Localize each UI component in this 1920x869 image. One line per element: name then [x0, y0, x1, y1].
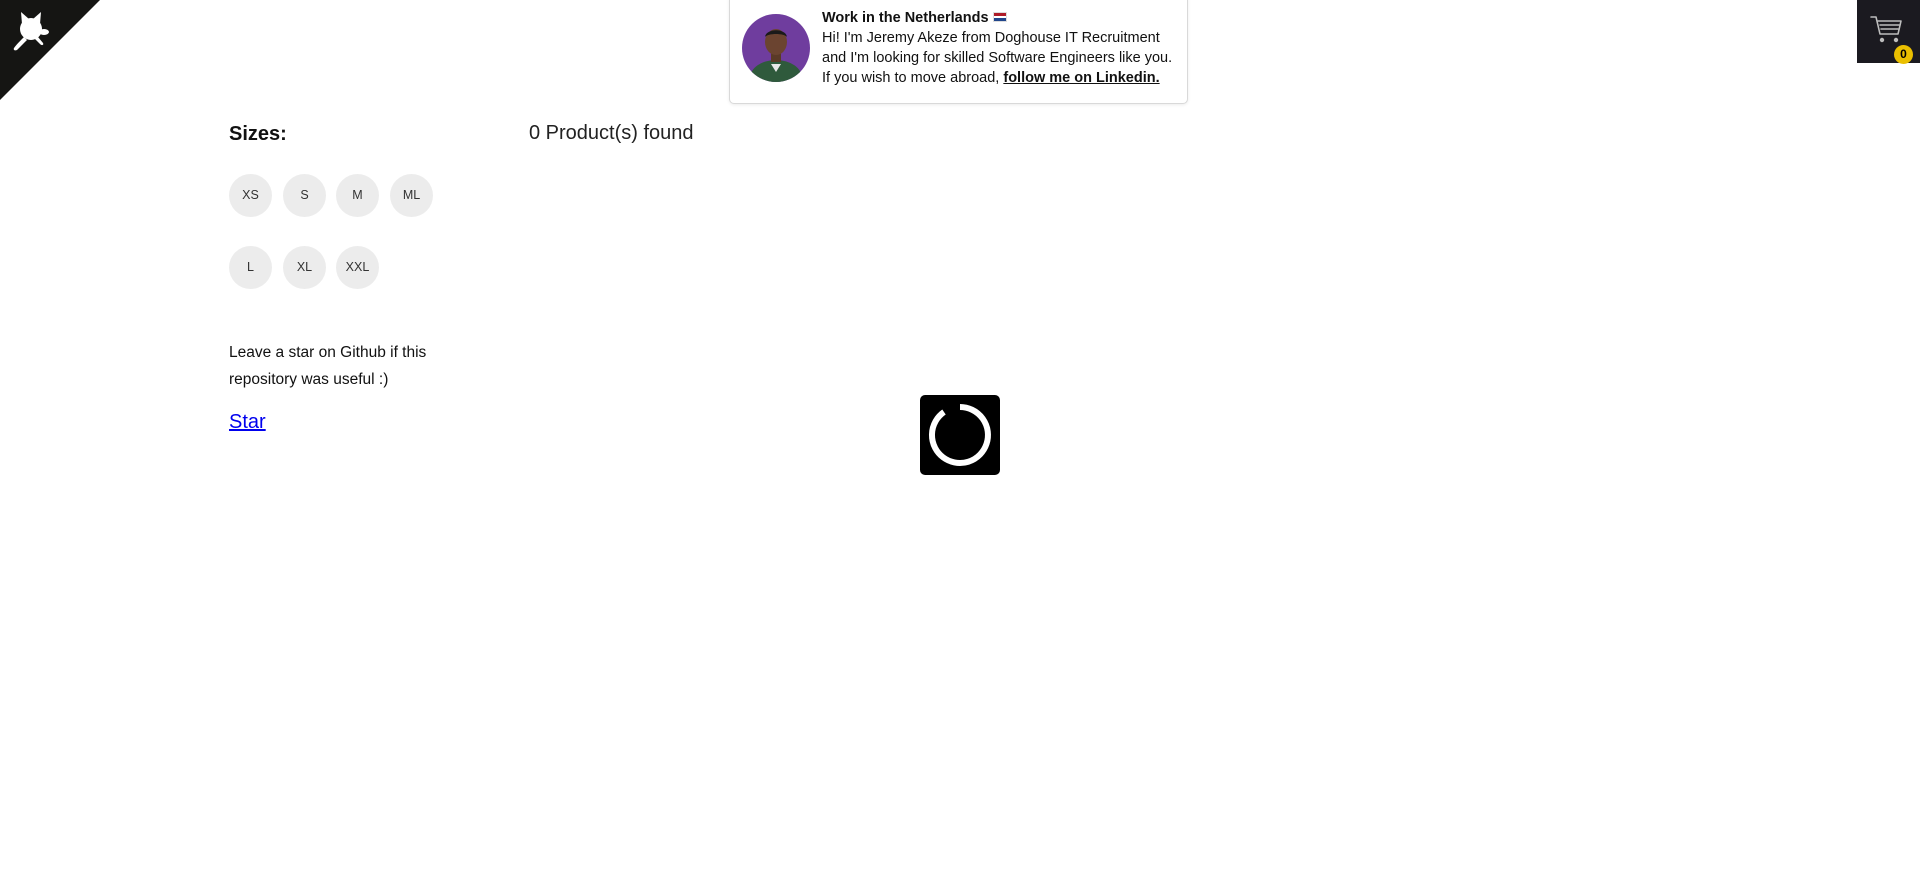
- shopping-cart-icon: [1870, 16, 1902, 43]
- github-corner-link[interactable]: [0, 0, 100, 100]
- size-button-xl[interactable]: XL: [283, 246, 326, 289]
- sizes-title: Sizes:: [229, 123, 287, 145]
- recruiter-banner: Work in the Netherlands Hi! I'm Jeremy A…: [729, 0, 1188, 104]
- size-button-m[interactable]: M: [336, 174, 379, 217]
- linkedin-link[interactable]: follow me on Linkedin.: [1003, 70, 1159, 86]
- banner-line-1: Hi! I'm Jeremy Akeze from Doghouse IT Re…: [822, 30, 1160, 46]
- banner-title: Work in the Netherlands: [822, 10, 989, 26]
- size-button-l[interactable]: L: [229, 246, 272, 289]
- product-count: 0 Product(s) found: [529, 122, 694, 144]
- netherlands-flag-icon: [992, 12, 1007, 22]
- github-star-link[interactable]: Star: [229, 411, 266, 434]
- size-button-ml[interactable]: ML: [390, 174, 433, 217]
- github-octocat-icon: [0, 0, 100, 100]
- loading-spinner-icon: [920, 395, 1000, 475]
- star-note: Leave a star on Github if this repositor…: [229, 344, 427, 388]
- size-button-xxl[interactable]: XXL: [336, 246, 379, 289]
- avatar: [742, 14, 810, 82]
- cart-button[interactable]: 0: [1857, 0, 1920, 64]
- cart-count-badge: 0: [1894, 45, 1913, 64]
- banner-line-3: If you wish to move abroad,: [822, 70, 1000, 86]
- size-button-xs[interactable]: XS: [229, 174, 272, 217]
- banner-line-2: and I'm looking for skilled Software Eng…: [822, 50, 1173, 66]
- size-button-s[interactable]: S: [283, 174, 326, 217]
